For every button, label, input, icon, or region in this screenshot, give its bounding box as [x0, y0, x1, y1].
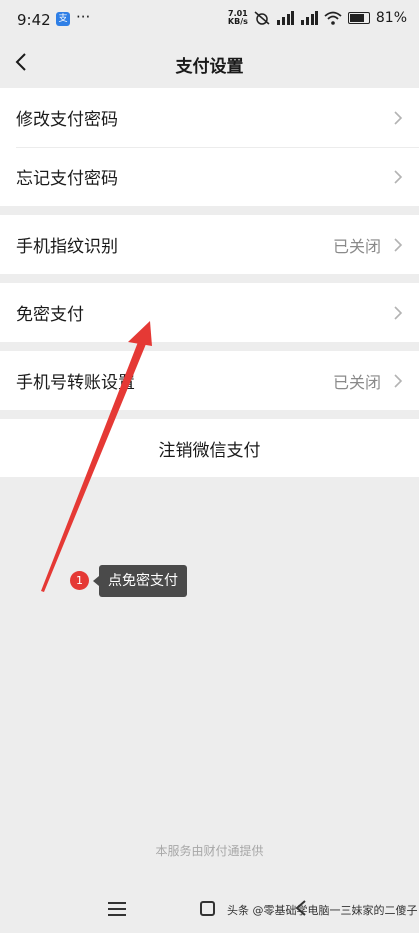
fingerprint-row[interactable]: 手机指纹识别 已关闭	[0, 215, 419, 274]
watermark-text: 头条 @零基础学电脑一三妹家的二傻子	[227, 904, 418, 917]
network-speed: 7.01 KB/s	[227, 9, 248, 26]
row-label: 免密支付	[16, 305, 84, 325]
system-navigation-bar: 头条 @零基础学电脑一三妹家的二傻子	[0, 893, 419, 933]
password-settings-group: 修改支付密码 忘记支付密码	[0, 88, 419, 206]
chevron-right-icon	[394, 169, 403, 184]
forgot-pay-password-row[interactable]: 忘记支付密码	[0, 147, 419, 206]
menu-icon[interactable]	[108, 902, 126, 916]
navigation-bar: 支付设置	[0, 42, 419, 87]
alipay-notification-icon: 支	[56, 12, 70, 26]
row-status: 已关闭	[332, 236, 381, 256]
cancel-wechat-pay-group: 注销微信支付	[0, 419, 419, 477]
alarm-muted-icon	[254, 11, 270, 25]
chevron-right-icon	[394, 305, 403, 320]
chevron-right-icon	[394, 110, 403, 125]
signal-icon	[276, 11, 294, 25]
fingerprint-group: 手机指纹识别 已关闭	[0, 215, 419, 274]
status-time: 9:42	[17, 11, 51, 29]
row-status: 已关闭	[332, 372, 381, 392]
battery-icon	[347, 12, 370, 24]
chevron-right-icon	[394, 373, 403, 388]
annotation-step-badge: 1	[70, 571, 89, 590]
signal-icon	[300, 11, 318, 25]
row-label: 手机号转账设置	[16, 373, 135, 393]
more-notifications-icon: ···	[76, 8, 91, 26]
phone-transfer-settings-row[interactable]: 手机号转账设置 已关闭	[0, 351, 419, 410]
home-icon[interactable]	[200, 901, 215, 916]
change-pay-password-row[interactable]: 修改支付密码	[0, 88, 419, 147]
row-label: 修改支付密码	[16, 110, 118, 130]
service-provider-note: 本服务由财付通提供	[155, 844, 264, 858]
page-title: 支付设置	[175, 57, 244, 77]
status-bar: 9:42 支 ··· 7.01 KB/s 81%	[0, 0, 419, 42]
password-free-payment-row[interactable]: 免密支付	[0, 283, 419, 342]
annotation-tooltip: 点免密支付	[93, 565, 187, 597]
phone-transfer-group: 手机号转账设置 已关闭	[0, 351, 419, 410]
wifi-icon	[324, 11, 342, 25]
chevron-right-icon	[394, 237, 403, 252]
password-free-group: 免密支付	[0, 283, 419, 342]
battery-level: 81%	[375, 10, 407, 26]
row-label: 忘记支付密码	[16, 169, 118, 189]
row-label: 手机指纹识别	[16, 237, 118, 257]
cancel-wechat-pay-button[interactable]: 注销微信支付	[0, 419, 419, 477]
